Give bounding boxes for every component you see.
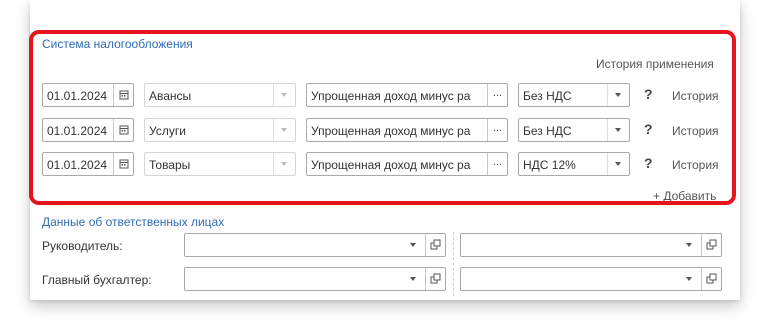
open-icon[interactable]	[425, 234, 445, 256]
accountant-field[interactable]	[184, 267, 446, 291]
chevron-down-icon[interactable]	[679, 234, 701, 256]
director-field-2[interactable]	[460, 233, 722, 257]
accountant-field-2[interactable]	[460, 267, 722, 291]
chevron-down-icon[interactable]	[679, 268, 701, 290]
director-label: Руководитель:	[42, 239, 123, 253]
column-divider	[453, 232, 454, 296]
open-icon[interactable]	[425, 268, 445, 290]
chevron-down-icon[interactable]	[403, 268, 425, 290]
director-field[interactable]	[184, 233, 446, 257]
accountant-label: Главный бухгалтер:	[42, 273, 152, 287]
open-icon[interactable]	[701, 234, 721, 256]
chevron-down-icon[interactable]	[403, 234, 425, 256]
responsible-title: Данные об ответственных лицах	[42, 215, 225, 229]
highlight-frame	[29, 30, 736, 205]
open-icon[interactable]	[701, 268, 721, 290]
